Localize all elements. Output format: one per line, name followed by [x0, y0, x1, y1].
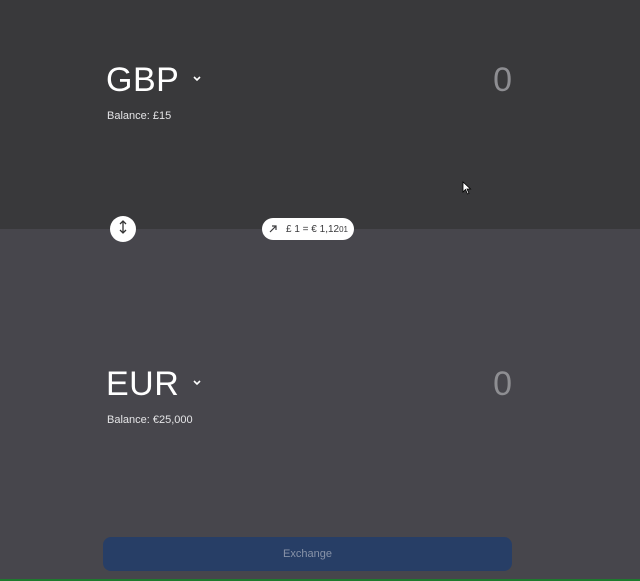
to-currency-code[interactable]: EUR	[106, 364, 179, 404]
trend-arrow-icon	[268, 224, 278, 234]
exchange-rate-main: £ 1 = € 1,12	[286, 223, 340, 235]
exchange-rate-text: £ 1 = € 1,1201	[286, 224, 348, 235]
swap-vertical-icon	[116, 219, 130, 240]
exchange-rate-small-digits: 01	[339, 224, 349, 234]
swap-currencies-button[interactable]	[110, 216, 136, 242]
mouse-cursor-icon	[462, 181, 472, 195]
from-currency-panel: GBP 0 Balance: £15	[0, 0, 640, 229]
from-currency-row: GBP 0	[106, 60, 512, 104]
exchange-app: GBP 0 Balance: £15 EUR 0 Balance: €25,00…	[0, 0, 640, 581]
to-currency-row: EUR 0	[106, 364, 512, 408]
exchange-rate-badge[interactable]: £ 1 = € 1,1201	[262, 218, 354, 240]
from-currency-code[interactable]: GBP	[106, 60, 179, 100]
chevron-down-icon[interactable]	[190, 72, 204, 86]
to-currency-panel: EUR 0 Balance: €25,000	[0, 229, 640, 579]
exchange-button[interactable]: Exchange	[103, 537, 512, 571]
to-balance: Balance: €25,000	[107, 414, 193, 426]
to-amount-input[interactable]: 0	[493, 364, 512, 404]
chevron-down-icon[interactable]	[190, 376, 204, 390]
from-amount-input[interactable]: 0	[493, 60, 512, 100]
from-balance: Balance: £15	[107, 110, 172, 122]
